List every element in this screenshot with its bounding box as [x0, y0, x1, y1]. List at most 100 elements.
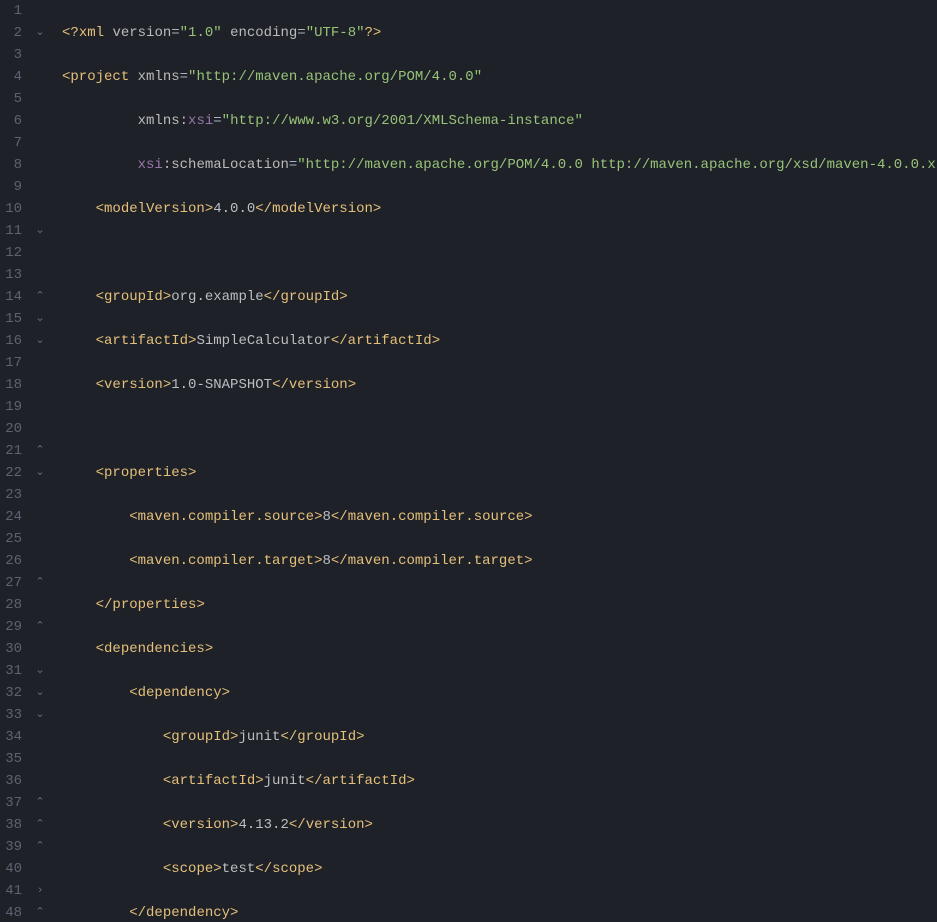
fold-none [30, 594, 50, 616]
tag-version: version [104, 377, 163, 393]
tag: artifactId [348, 333, 432, 349]
attr: encoding [230, 25, 297, 41]
fold-open-icon[interactable]: ⌄ [30, 704, 50, 726]
fold-close-icon[interactable]: ⌃ [30, 902, 50, 922]
fold-open-icon[interactable]: ⌄ [30, 682, 50, 704]
fold-none [30, 638, 50, 660]
line-number: 27 [0, 572, 22, 594]
fold-close-icon[interactable]: ⌃ [30, 286, 50, 308]
line-number: 14 [0, 286, 22, 308]
fold-none [30, 110, 50, 132]
line-number: 3 [0, 44, 22, 66]
line-number: 35 [0, 748, 22, 770]
attr: xmlns: [138, 113, 188, 129]
tag: version [306, 817, 365, 833]
line-number: 12 [0, 242, 22, 264]
code-editor[interactable]: 1 2 3 4 5 6 7 8 9 10 11 12 13 14 15 16 1… [0, 0, 937, 922]
tag-properties: properties [104, 465, 188, 481]
eq: = [297, 25, 305, 41]
punct: </ [306, 773, 323, 789]
text: junit [238, 729, 280, 745]
attr: xmlns [138, 69, 180, 85]
tag: groupId [171, 729, 230, 745]
line-number: 26 [0, 550, 22, 572]
fold-none [30, 374, 50, 396]
code-line: xmlns:xsi="http://www.w3.org/2001/XMLSch… [62, 110, 937, 132]
tag: maven.compiler.source [348, 509, 524, 525]
fold-open-icon[interactable]: ⌄ [30, 220, 50, 242]
punct: < [129, 553, 137, 569]
ns: xsi [138, 157, 163, 173]
line-number: 31 [0, 660, 22, 682]
fold-open-icon[interactable]: ⌄ [30, 22, 50, 44]
text: org.example [171, 289, 263, 305]
code-line: <version>4.13.2</version> [62, 814, 937, 836]
code-line: <scope>test</scope> [62, 858, 937, 880]
code-line: <groupId>org.example</groupId> [62, 286, 937, 308]
punct: </ [331, 333, 348, 349]
line-number: 10 [0, 198, 22, 220]
fold-none [30, 770, 50, 792]
punct: > [348, 377, 356, 393]
ns: xsi [188, 113, 213, 129]
fold-none [30, 858, 50, 880]
line-number: 40 [0, 858, 22, 880]
punct: > [255, 773, 263, 789]
xml-decl: xml [79, 25, 104, 41]
fold-none [30, 0, 50, 22]
fold-close-icon[interactable]: ⌃ [30, 616, 50, 638]
punct: </ [129, 905, 146, 921]
punct: < [96, 377, 104, 393]
line-number: 33 [0, 704, 22, 726]
tag: artifactId [322, 773, 406, 789]
line-number-gutter: 1 2 3 4 5 6 7 8 9 10 11 12 13 14 15 16 1… [0, 0, 30, 922]
punct: > [365, 817, 373, 833]
fold-close-icon[interactable]: ⌃ [30, 572, 50, 594]
attr-schemaLocation: :schemaLocation [163, 157, 289, 173]
punct: </ [331, 509, 348, 525]
code-line: <artifactId>junit</artifactId> [62, 770, 937, 792]
fold-close-icon[interactable]: ⌃ [30, 792, 50, 814]
line-number: 29 [0, 616, 22, 638]
fold-close-icon[interactable]: ⌃ [30, 836, 50, 858]
fold-none [30, 66, 50, 88]
fold-open-icon[interactable]: ⌄ [30, 308, 50, 330]
punct: </ [289, 817, 306, 833]
line-number: 7 [0, 132, 22, 154]
text: test [222, 861, 256, 877]
fold-none [30, 528, 50, 550]
fold-open-icon[interactable]: ⌄ [30, 330, 50, 352]
line-number: 19 [0, 396, 22, 418]
punct: > [407, 773, 415, 789]
fold-close-icon[interactable]: ⌃ [30, 440, 50, 462]
punct: > [373, 201, 381, 217]
line-number: 41 [0, 880, 22, 902]
line-number: 30 [0, 638, 22, 660]
fold-close-icon[interactable]: ⌃ [30, 814, 50, 836]
punct: </ [272, 377, 289, 393]
line-number: 5 [0, 88, 22, 110]
fold-none [30, 44, 50, 66]
punct: < [96, 641, 104, 657]
fold-open-icon[interactable]: ⌄ [30, 660, 50, 682]
tag: groupId [280, 289, 339, 305]
fold-open-icon[interactable]: ⌄ [30, 462, 50, 484]
line-number: 38 [0, 814, 22, 836]
line-number: 17 [0, 352, 22, 374]
punct: > [432, 333, 440, 349]
fold-collapsed-icon[interactable]: › [30, 880, 50, 902]
punct: > [524, 509, 532, 525]
line-number: 20 [0, 418, 22, 440]
code-content[interactable]: <?xml version="1.0" encoding="UTF-8"?> <… [50, 0, 937, 922]
tag-mcs: maven.compiler.source [138, 509, 314, 525]
punct: </ [96, 597, 113, 613]
fold-none [30, 506, 50, 528]
tag-dependency: dependency [138, 685, 222, 701]
code-line: <dependencies> [62, 638, 937, 660]
code-line: xsi:schemaLocation="http://maven.apache.… [62, 154, 937, 176]
fold-none [30, 748, 50, 770]
fold-none [30, 396, 50, 418]
fold-none [30, 88, 50, 110]
eq: = [180, 69, 188, 85]
punct: < [96, 333, 104, 349]
